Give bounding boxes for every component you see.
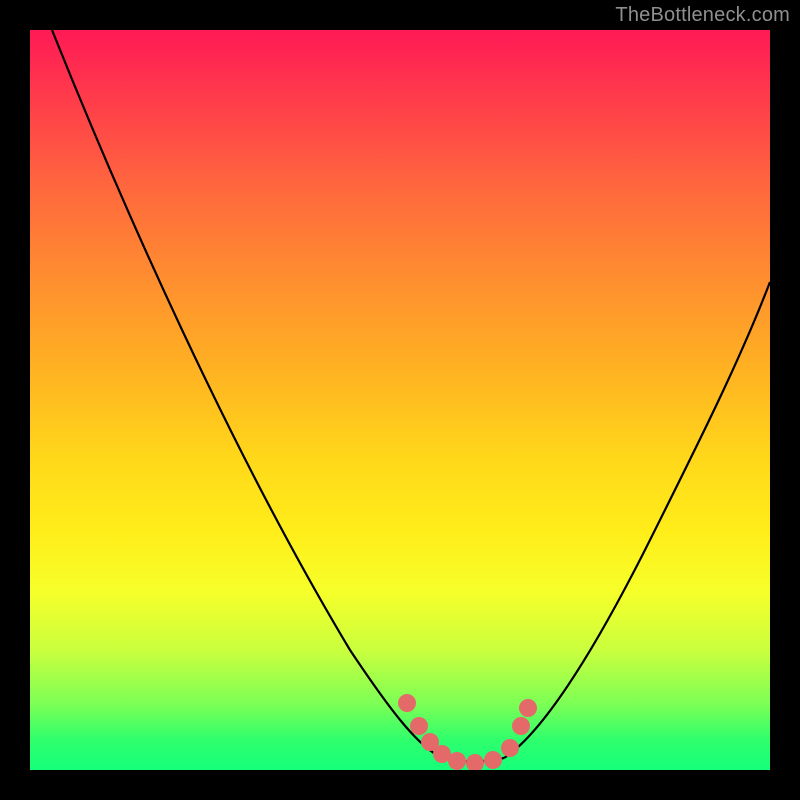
near-minimum-dots: [398, 694, 537, 770]
curve-left-branch: [52, 30, 437, 755]
curve-right-branch: [504, 282, 770, 758]
bottleneck-curve: [30, 30, 770, 770]
watermark-text: TheBottleneck.com: [615, 4, 790, 27]
frame: TheBottleneck.com: [0, 0, 800, 800]
